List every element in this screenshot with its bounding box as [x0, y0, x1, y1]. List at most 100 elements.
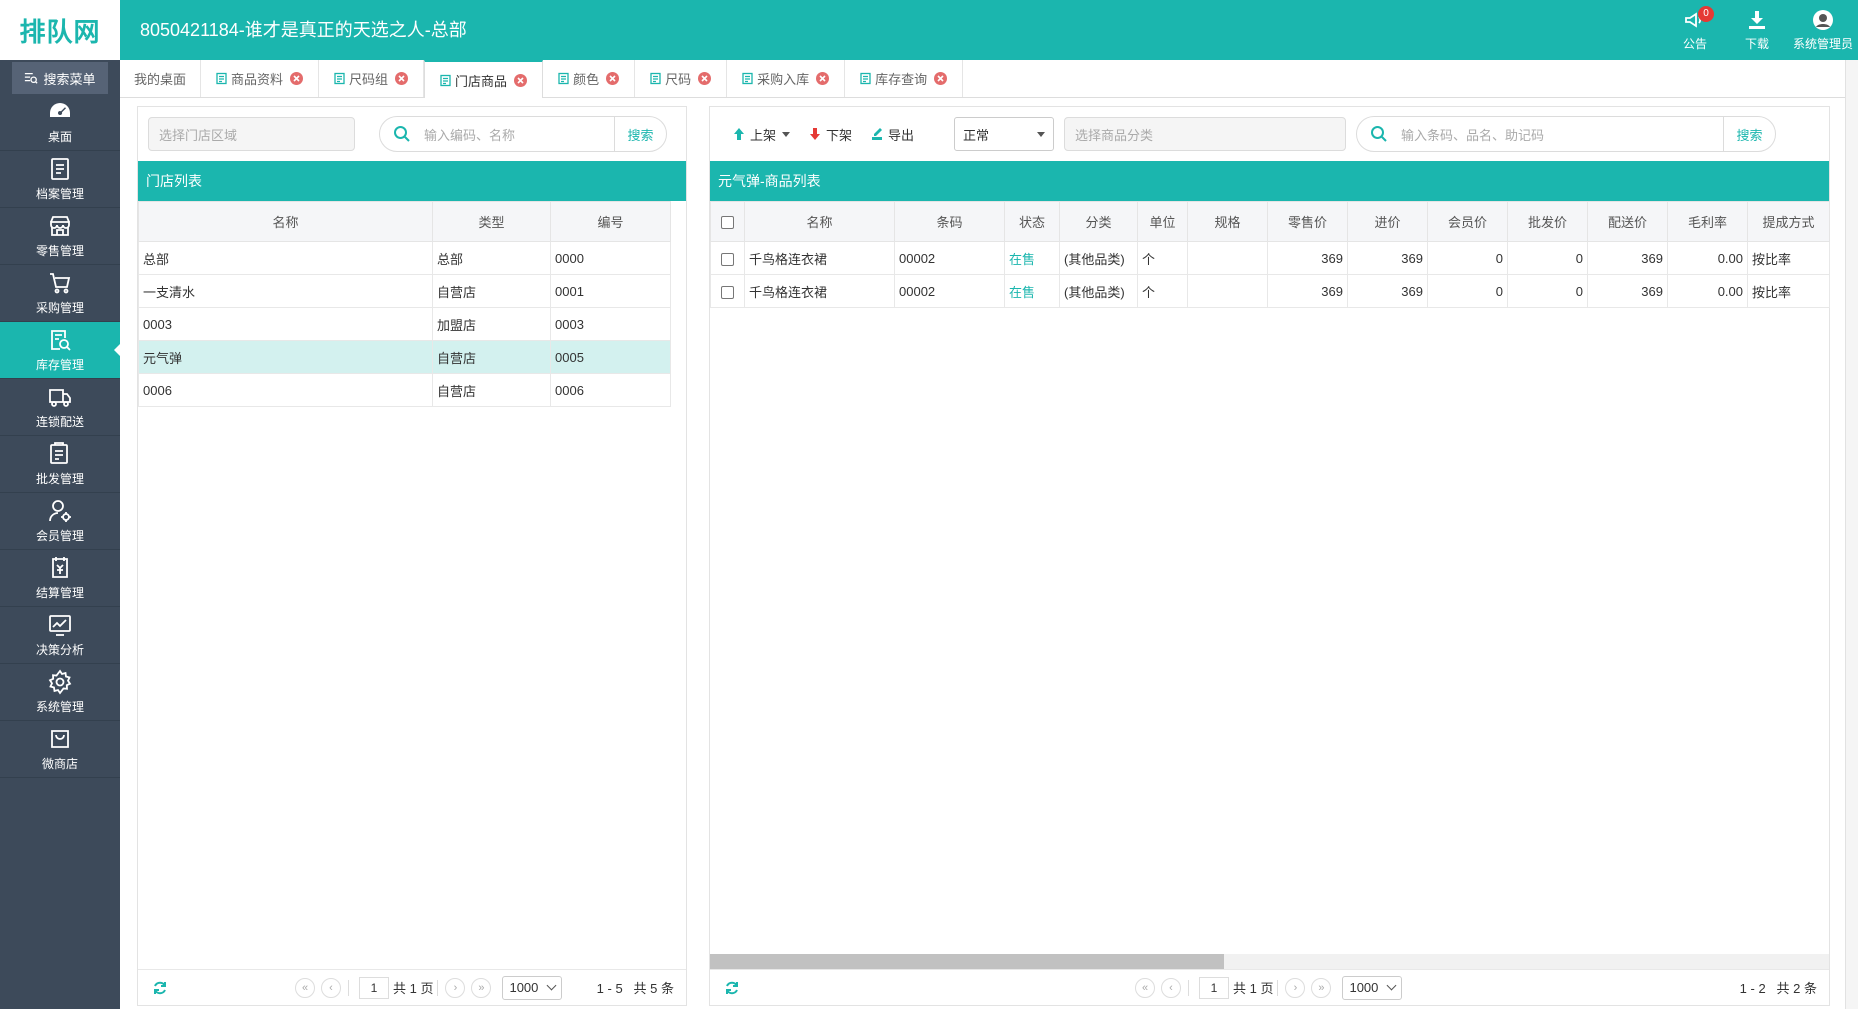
column-header-type[interactable]: 类型 [432, 201, 551, 242]
sidebar-item-wholesale[interactable]: 批发管理 [0, 436, 120, 493]
store-search-input[interactable]: 输入编码、名称 [424, 125, 614, 144]
close-icon[interactable] [289, 71, 304, 86]
sidebar-item-desktop[interactable]: 桌面 [0, 94, 120, 151]
select-all-header [710, 201, 745, 242]
select-all-checkbox[interactable] [721, 216, 734, 230]
page-number-input[interactable]: 1 [1199, 976, 1229, 999]
column-header-delivery-price[interactable]: 配送价 [1587, 201, 1668, 242]
first-page-button[interactable]: « [295, 977, 315, 998]
sidebar-item-retail[interactable]: 零售管理 [0, 208, 120, 265]
tab-my-desktop[interactable]: 我的桌面 [120, 60, 202, 97]
sidebar-item-system[interactable]: 系统管理 [0, 664, 120, 721]
store-type-cell: 加盟店 [432, 307, 551, 341]
total-pages-text: 共 1 页 [393, 981, 434, 996]
page-number-input[interactable]: 1 [359, 976, 389, 999]
pager-summary: 1 - 2 共 2 条 [1740, 978, 1817, 997]
column-header-code[interactable]: 编号 [550, 201, 671, 242]
tab-color[interactable]: 颜色 [543, 60, 636, 97]
refresh-icon[interactable] [724, 980, 740, 996]
search-menu-button[interactable]: 搜索菜单 [12, 62, 108, 94]
app-logo[interactable]: 排队网 [0, 0, 120, 60]
close-icon[interactable] [513, 73, 528, 88]
column-header-barcode[interactable]: 条码 [894, 201, 1005, 242]
last-page-button[interactable]: » [1311, 977, 1332, 998]
export-button[interactable]: 导出 [870, 125, 914, 144]
tab-store-products[interactable]: 门店商品 [424, 60, 544, 98]
sidebar-item-purchase[interactable]: 采购管理 [0, 265, 120, 322]
barcode-cell: 00002 [894, 274, 1005, 308]
column-header-member-price[interactable]: 会员价 [1427, 201, 1508, 242]
column-header-purchase-price[interactable]: 进价 [1347, 201, 1428, 242]
status-select[interactable]: 正常 [954, 117, 1055, 151]
page-scrollbar[interactable] [1845, 60, 1858, 1009]
next-page-button[interactable]: › [445, 977, 466, 998]
download-label: 下载 [1744, 37, 1769, 51]
product-search-input[interactable]: 输入条码、品名、助记码 [1401, 125, 1723, 144]
column-header-wholesale-price[interactable]: 批发价 [1507, 201, 1588, 242]
prev-page-button[interactable]: ‹ [321, 977, 341, 998]
shelve-up-button[interactable]: 上架 [732, 125, 791, 144]
shelve-down-button[interactable]: 下架 [808, 125, 852, 144]
horizontal-scrollbar[interactable] [710, 954, 1829, 970]
tab-product-info[interactable]: 商品资料 [201, 60, 320, 97]
close-icon[interactable] [815, 71, 830, 86]
table-row[interactable]: 一支清水 自营店 0001 [138, 274, 671, 308]
download-icon [1749, 11, 1765, 29]
column-header-margin[interactable]: 毛利率 [1667, 201, 1748, 242]
settlement-icon [52, 557, 68, 578]
store-code-cell: 0000 [550, 241, 671, 275]
page-size-select[interactable]: 1000 [1342, 975, 1403, 1000]
column-header-retail-price[interactable]: 零售价 [1267, 201, 1348, 242]
product-search-button[interactable]: 搜索 [1723, 117, 1775, 151]
scrollbar-thumb[interactable] [710, 954, 1224, 970]
tab-size-group[interactable]: 尺码组 [319, 60, 425, 97]
tab-stock-query[interactable]: 库存查询 [845, 60, 964, 97]
refresh-icon[interactable] [152, 980, 168, 996]
column-header-category[interactable]: 分类 [1059, 201, 1138, 242]
sidebar-item-analysis[interactable]: 决策分析 [0, 607, 120, 664]
close-icon[interactable] [697, 71, 712, 86]
table-row[interactable]: 总部 总部 0000 [138, 241, 671, 275]
analysis-icon [49, 615, 71, 636]
notice-button[interactable]: 0 公告 [1664, 0, 1726, 60]
column-header-unit[interactable]: 单位 [1137, 201, 1188, 242]
column-header-name[interactable]: 名称 [744, 201, 895, 242]
column-header-name[interactable]: 名称 [138, 201, 433, 242]
prev-page-button[interactable]: ‹ [1161, 977, 1181, 998]
next-page-button[interactable]: › [1285, 977, 1306, 998]
table-row[interactable]: 千鸟格连衣裙 00002 在售 (其他品类) 个 369 369 0 0 369… [710, 241, 1830, 275]
close-icon[interactable] [933, 71, 948, 86]
store-region-select[interactable]: 选择门店区域 [148, 117, 355, 151]
table-row[interactable]: 千鸟格连衣裙 00002 在售 (其他品类) 个 369 369 0 0 369… [710, 274, 1830, 308]
table-row[interactable]: 0003 加盟店 0003 [138, 307, 671, 341]
product-table: 名称 条码 状态 分类 单位 规格 零售价 进价 会员价 批发价 配送价 毛利率… [710, 201, 1830, 308]
tab-purchase-inbound[interactable]: 采购入库 [727, 60, 846, 97]
table-row[interactable]: 0006 自营店 0006 [138, 373, 671, 407]
sidebar-item-inventory[interactable]: 库存管理 [0, 322, 120, 379]
table-row-selected[interactable]: 元气弹 自营店 0005 [138, 340, 671, 374]
sidebar-item-member[interactable]: 会员管理 [0, 493, 120, 550]
store-search-button[interactable]: 搜索 [614, 117, 666, 151]
download-button[interactable]: 下载 [1726, 0, 1788, 60]
first-page-button[interactable]: « [1135, 977, 1155, 998]
category-select[interactable]: 选择商品分类 [1064, 117, 1347, 151]
close-icon[interactable] [394, 71, 409, 86]
sidebar-item-microstore[interactable]: 微商店 [0, 721, 120, 778]
store-list-header: 门店列表 [138, 161, 686, 201]
row-checkbox[interactable] [721, 285, 734, 299]
sidebar-item-distribution[interactable]: 连锁配送 [0, 379, 120, 436]
column-header-spec[interactable]: 规格 [1187, 201, 1268, 242]
close-icon[interactable] [605, 71, 620, 86]
store-icon [50, 216, 70, 236]
user-menu-button[interactable]: 系统管理员 [1788, 0, 1858, 60]
column-header-commission[interactable]: 提成方式 [1747, 201, 1830, 242]
product-list-panel: 上架 下架 导出 正常 选择商品分类 输入条码、品名、助记码 搜索 元气弹-商品… [709, 106, 1830, 1006]
tab-label: 尺码组 [349, 72, 389, 87]
last-page-button[interactable]: » [471, 977, 492, 998]
tab-size[interactable]: 尺码 [635, 60, 728, 97]
column-header-status[interactable]: 状态 [1004, 201, 1060, 242]
sidebar-item-archive[interactable]: 档案管理 [0, 151, 120, 208]
page-size-select[interactable]: 1000 [502, 975, 563, 1000]
sidebar-item-settlement[interactable]: 结算管理 [0, 550, 120, 607]
row-checkbox[interactable] [721, 252, 734, 266]
